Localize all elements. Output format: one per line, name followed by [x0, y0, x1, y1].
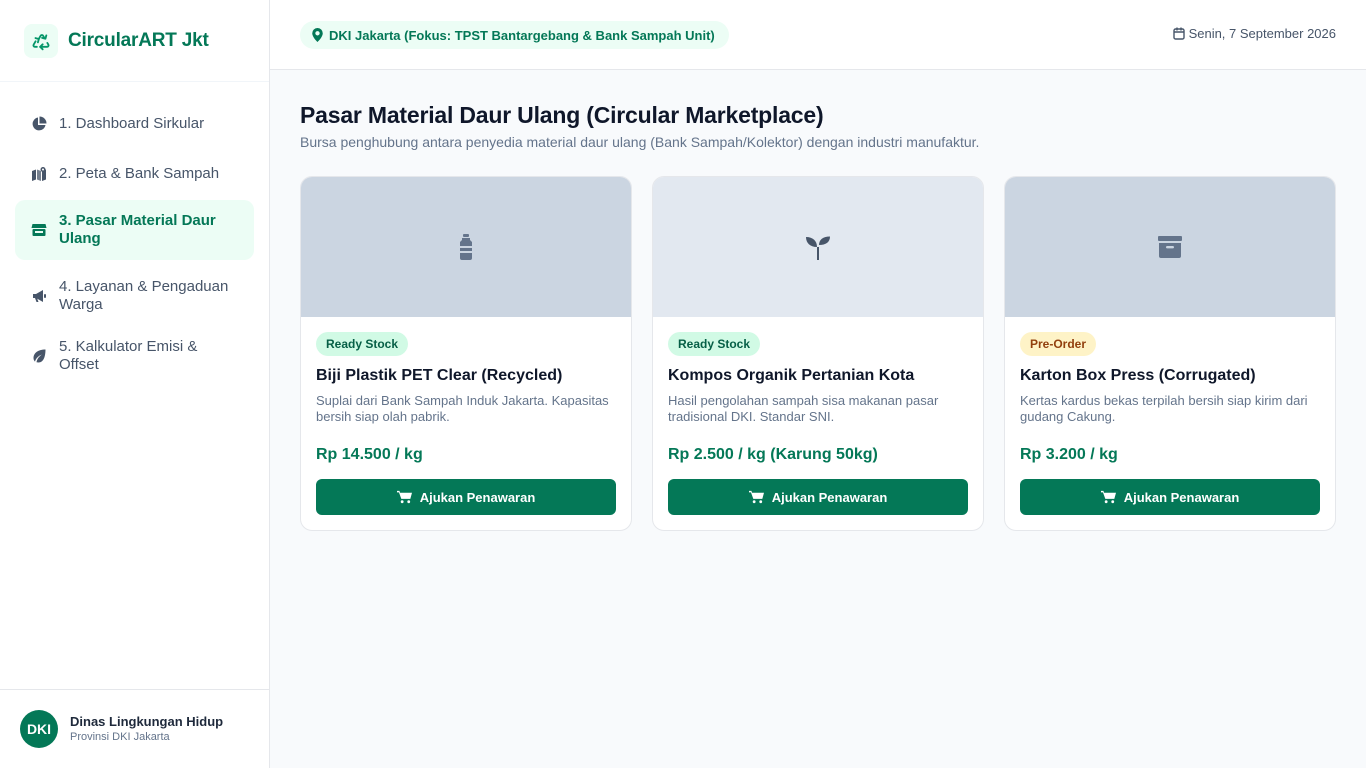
status-badge: Ready Stock [316, 332, 409, 356]
product-title: Karton Box Press (Corrugated) [1020, 367, 1256, 384]
location-label: DKI Jakarta (Fokus: TPST Bantargebang & … [329, 27, 715, 43]
product-card: Ready Stock Biji Plastik PET Clear (Recy… [300, 176, 632, 531]
sidebar-item-marketplace[interactable]: 3. Pasar Material Daur Ulang [15, 200, 254, 260]
profile-subtitle: Provinsi DKI Jakarta [70, 731, 170, 743]
sidebar-item-dashboard[interactable]: 1. Dashboard Sirkular [15, 100, 254, 148]
product-grid: Ready Stock Biji Plastik PET Clear (Recy… [300, 176, 1336, 531]
date-label: Senin, 7 September 2026 [1188, 26, 1336, 41]
location-badge: DKI Jakarta (Fokus: TPST Bantargebang & … [300, 21, 729, 49]
leaf-icon [31, 348, 47, 364]
sidebar: CircularART Jkt 1. Dashboard Sirkular 2.… [0, 0, 270, 768]
brand-name: CircularART Jkt [68, 29, 209, 51]
user-profile[interactable]: DKI Dinas Lingkungan Hidup Provinsi DKI … [0, 689, 269, 768]
product-image [301, 177, 631, 317]
product-card: Ready Stock Kompos Organik Pertanian Kot… [652, 176, 984, 531]
bottle-icon [460, 234, 472, 260]
product-description: Suplai dari Bank Sampah Induk Jakarta. K… [316, 393, 609, 424]
recycle-icon [24, 23, 58, 58]
button-label: Ajukan Penawaran [771, 489, 888, 505]
button-label: Ajukan Penawaran [419, 489, 536, 505]
submit-offer-button[interactable]: Ajukan Penawaran [668, 479, 968, 515]
status-badge: Ready Stock [668, 332, 761, 356]
sidebar-item-label: 2. Peta & Bank Sampah [59, 165, 220, 182]
store-icon [31, 222, 47, 238]
topbar: DKI Jakarta (Fokus: TPST Bantargebang & … [270, 0, 1366, 70]
calendar-icon [1172, 27, 1185, 40]
status-badge: Pre-Order [1020, 332, 1097, 356]
profile-title: Dinas Lingkungan Hidup [70, 714, 224, 729]
product-card: Pre-Order Karton Box Press (Corrugated) … [1004, 176, 1336, 531]
avatar: DKI [20, 710, 58, 748]
main-content: Pasar Material Daur Ulang (Circular Mark… [300, 100, 1336, 531]
sidebar-item-label: 4. Layanan & Pengaduan Warga [59, 278, 229, 313]
product-description: Kertas kardus bekas terpilah bersih siap… [1020, 393, 1308, 424]
current-date: Senin, 7 September 2026 [1172, 26, 1336, 41]
cart-icon [1100, 490, 1116, 504]
sidebar-item-label: 5. Kalkulator Emisi & Offset [59, 338, 198, 373]
sidebar-item-map[interactable]: 2. Peta & Bank Sampah [15, 150, 254, 198]
submit-offer-button[interactable]: Ajukan Penawaran [1020, 479, 1320, 515]
submit-offer-button[interactable]: Ajukan Penawaran [316, 479, 616, 515]
cart-icon [748, 490, 764, 504]
sidebar-item-calculator[interactable]: 5. Kalkulator Emisi & Offset [15, 332, 254, 380]
sidebar-item-label: 1. Dashboard Sirkular [59, 115, 205, 132]
product-image [1005, 177, 1335, 317]
product-price: Rp 2.500 / kg (Karung 50kg) [668, 446, 878, 463]
button-label: Ajukan Penawaran [1123, 489, 1240, 505]
product-description: Hasil pengolahan sampah sisa makanan pas… [668, 393, 939, 424]
seedling-icon [806, 236, 830, 260]
map-location-icon [31, 166, 47, 182]
product-title: Biji Plastik PET Clear (Recycled) [316, 367, 563, 384]
map-pin-icon [312, 28, 323, 42]
cart-icon [396, 490, 412, 504]
sidebar-item-services[interactable]: 4. Layanan & Pengaduan Warga [15, 266, 254, 326]
brand[interactable]: CircularART Jkt [0, 0, 269, 82]
page-subtitle: Bursa penghubung antara penyedia materia… [300, 134, 980, 150]
product-price: Rp 3.200 / kg [1020, 446, 1118, 463]
bullhorn-icon [31, 288, 47, 304]
product-image [653, 177, 983, 317]
product-title: Kompos Organik Pertanian Kota [668, 367, 915, 384]
sidebar-nav: 1. Dashboard Sirkular 2. Peta & Bank Sam… [15, 100, 254, 382]
product-price: Rp 14.500 / kg [316, 446, 423, 463]
chart-pie-icon [31, 116, 47, 132]
sidebar-item-label: 3. Pasar Material Daur Ulang [59, 212, 216, 247]
archive-box-icon [1158, 236, 1182, 258]
page-title: Pasar Material Daur Ulang (Circular Mark… [300, 102, 824, 128]
